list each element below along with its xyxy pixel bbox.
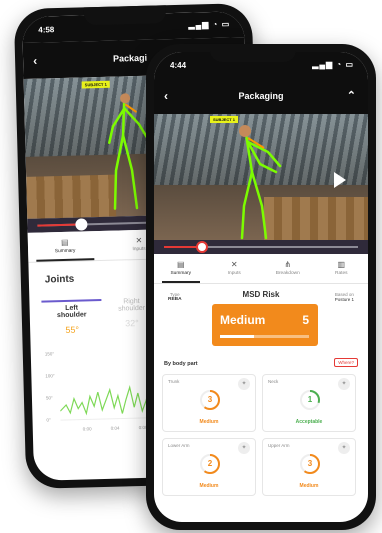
front-phone: 4:44 ▂▄▆ ◔ ▭ ‹ Packaging ⌃ SUBJECT 1 ▤ S… [146, 44, 376, 530]
joint-left-shoulder[interactable]: Left shoulder 55° [41, 299, 103, 336]
x-tick: 0:04 [110, 425, 120, 431]
y-tick: 50° [45, 395, 53, 401]
where-button[interactable]: Where? [334, 358, 358, 367]
body-part-card-lower-arm[interactable]: Lower Arm ✦ 2 Medium [162, 438, 256, 496]
body-figure-icon: ✦ [238, 442, 250, 454]
joint-value: 55° [65, 324, 80, 335]
joints-heading: Joints [44, 273, 75, 286]
body-part-card-upper-arm[interactable]: Upper Arm ✦ 3 Medium [262, 438, 356, 496]
joint-label: Left shoulder [56, 304, 87, 320]
phone-notch [210, 44, 296, 62]
risk-score-fill [220, 335, 254, 338]
by-body-part-heading: By body part [164, 361, 198, 367]
scrub-progress [37, 223, 80, 227]
body-figure-icon: ✦ [338, 378, 350, 390]
y-tick: 150° [44, 351, 55, 357]
msd-section: Type REBA MSD Risk Based on Posture 1 Me… [154, 52, 368, 496]
body-figure-icon: ✦ [338, 442, 350, 454]
body-part-name: Trunk [168, 379, 180, 384]
subject-tag: SUBJECT 1 [81, 80, 110, 89]
risk-score: 5 [302, 313, 309, 327]
body-part-level: Medium [199, 419, 219, 425]
body-part-score: 3 [207, 395, 213, 404]
score-ring: 3 [199, 389, 221, 411]
tab-summary[interactable]: ▤ Summary [28, 231, 103, 262]
tab-label: Inputs [132, 246, 146, 253]
front-phone-screen: 4:44 ▂▄▆ ◔ ▭ ‹ Packaging ⌃ SUBJECT 1 ▤ S… [154, 52, 368, 522]
scrub-handle[interactable] [75, 218, 88, 231]
body-part-level: Medium [199, 483, 219, 489]
body-figure-icon: ✦ [238, 378, 250, 390]
body-part-card-neck[interactable]: Neck ✦ 1 Acceptable [262, 374, 356, 432]
risk-score-card: Medium 5 [212, 304, 318, 346]
body-part-card-trunk[interactable]: Trunk ✦ 3 Medium [162, 374, 256, 432]
body-part-name: Upper Arm [268, 443, 290, 448]
based-on-value[interactable]: Posture 1 [335, 297, 354, 302]
body-part-score: 3 [307, 459, 313, 468]
body-part-level: Medium [299, 483, 319, 489]
back-icon[interactable]: ‹ [33, 43, 38, 79]
phone-notch [83, 5, 167, 26]
body-part-score: 1 [307, 395, 313, 404]
body-part-name: Neck [268, 379, 279, 384]
risk-level: Medium [220, 313, 266, 327]
based-on: Based on Posture 1 [335, 292, 354, 302]
body-part-score: 2 [207, 459, 213, 468]
score-ring: 3 [299, 453, 321, 475]
x-tick: 0:00 [82, 426, 92, 432]
status-time: 4:58 [38, 25, 55, 35]
risk-score-bar [220, 335, 309, 338]
score-ring: 2 [199, 453, 221, 475]
y-tick: 100° [45, 373, 55, 379]
page-title: Packagi [112, 52, 148, 64]
body-part-name: Lower Arm [168, 443, 190, 448]
tab-label: Summary [54, 248, 76, 255]
app-showcase: 4:58 ▂▄▆ ◔ ▭ ‹ Packagi SUBJECT 1 ▤ Summa… [0, 0, 382, 533]
body-part-level: Acceptable [295, 419, 323, 425]
score-ring: 1 [299, 389, 321, 411]
y-tick: 0° [46, 417, 51, 423]
status-icons: ▂▄▆ ◔ ▭ [188, 19, 231, 30]
